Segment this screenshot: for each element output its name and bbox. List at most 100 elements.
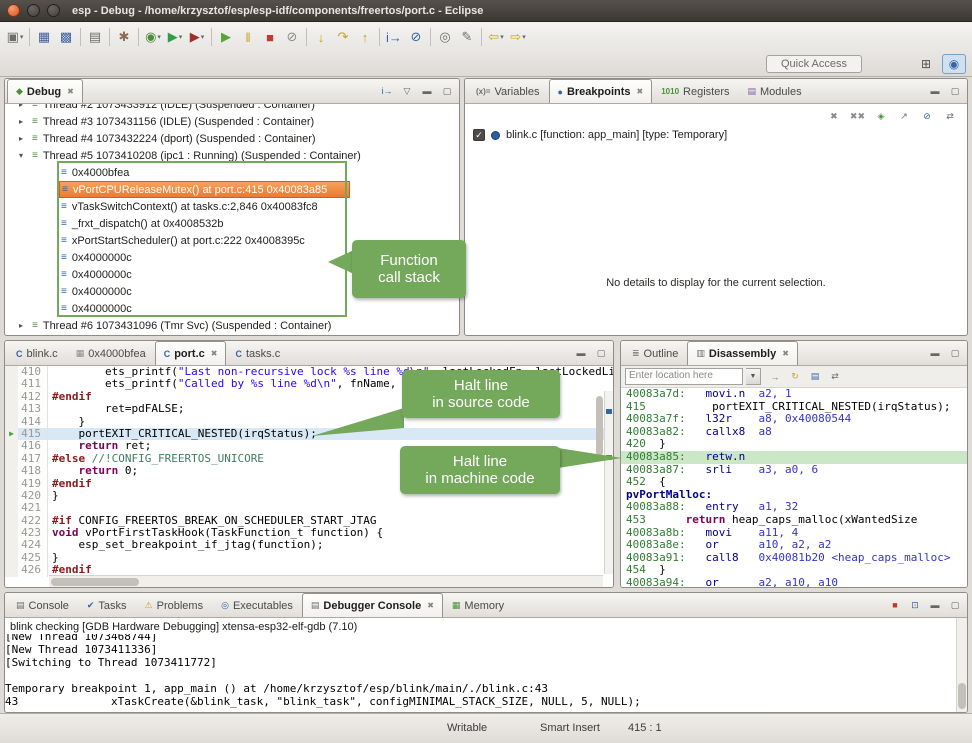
tab-port-c[interactable]: Cport.c✖	[155, 341, 227, 365]
build-icon[interactable]: ✱	[113, 26, 135, 48]
location-dropdown-icon[interactable]: ▼	[746, 368, 761, 385]
maximize-icon[interactable]: ▢	[440, 83, 454, 99]
window-minimize-button[interactable]	[27, 4, 40, 17]
maximize-icon[interactable]: ▢	[594, 345, 608, 361]
refresh-icon[interactable]: ↻	[788, 369, 802, 385]
debug-thread-row[interactable]: ▸≡Thread #2 1073433912 (IDLE) (Suspended…	[5, 104, 459, 113]
tree-twistie-icon[interactable]: ▸	[19, 321, 32, 330]
instruction-stepping-toggle-icon[interactable]: i→	[380, 83, 394, 99]
scrollbar-thumb[interactable]	[958, 683, 966, 709]
debug-thread-row[interactable]: ▸≡Thread #4 1073432224 (dport) (Suspende…	[5, 130, 459, 147]
minimize-icon[interactable]: ▬	[574, 345, 588, 361]
debug-perspective-icon[interactable]: ◉	[942, 54, 966, 74]
window-close-button[interactable]	[7, 4, 20, 17]
instruction-stepping-icon[interactable]: i→	[383, 26, 405, 48]
code-line[interactable]: 425}	[5, 552, 613, 564]
console-scrollbar[interactable]	[956, 618, 967, 712]
tab-console[interactable]: ▤Console	[7, 593, 78, 617]
overview-ruler[interactable]	[604, 391, 613, 574]
dropdown-caret-icon[interactable]: ▾	[20, 33, 24, 41]
dropdown-caret-icon[interactable]: ▾	[500, 33, 504, 41]
disassembly-line[interactable]: pvPortMalloc:	[621, 489, 967, 502]
remove-all-breakpoints-icon[interactable]: ✖✖	[850, 108, 865, 124]
minimize-icon[interactable]: ▬	[420, 83, 434, 99]
disassembly-line[interactable]: 40083a87: srli a3, a0, 6	[621, 464, 967, 477]
disassembly-line[interactable]: 40083a85: retw.n	[621, 451, 967, 464]
tab-disassembly[interactable]: ▥Disassembly✖	[687, 341, 797, 365]
new-wizard-icon[interactable]: ▣▾	[4, 26, 26, 48]
tab-memory[interactable]: ▦Memory	[443, 593, 513, 617]
skip-breakpoints-icon[interactable]: ⊘	[405, 26, 427, 48]
code-line[interactable]: 421	[5, 502, 613, 514]
console-output[interactable]: [New Thread 1073468744][New Thread 10734…	[5, 634, 956, 712]
search-icon[interactable]: ◎	[434, 26, 456, 48]
breakpoint-row[interactable]: ✓ blink.c [function: app_main] [type: Te…	[465, 126, 967, 141]
dropdown-caret-icon[interactable]: ▾	[522, 33, 526, 41]
remove-breakpoint-icon[interactable]: ✖	[827, 108, 841, 124]
tab-close-icon[interactable]: ✖	[782, 349, 789, 358]
disassembly-line[interactable]: 452 {	[621, 476, 967, 489]
step-into-icon[interactable]: ↓	[310, 26, 332, 48]
tree-twistie-icon[interactable]: ▸	[19, 117, 32, 126]
disassembly-line[interactable]: 40083a8e: or a10, a2, a2	[621, 539, 967, 552]
back-icon[interactable]: ⇦▾	[485, 26, 507, 48]
debug-thread-row[interactable]: ▸≡Thread #3 1073431156 (IDLE) (Suspended…	[5, 113, 459, 130]
resume-icon[interactable]: ▶	[215, 26, 237, 48]
tab-outline[interactable]: ≣Outline	[623, 341, 687, 365]
suspend-icon[interactable]: ‖	[237, 26, 259, 48]
code-line[interactable]: 424 esp_set_breakpoint_if_jtag(function)…	[5, 539, 613, 551]
disassembly-line[interactable]: 40083a7f: l32r a8, 0x40080544	[621, 413, 967, 426]
disassembly-line[interactable]: 40083a8b: movi a11, 4	[621, 527, 967, 540]
quick-access-field[interactable]: Quick Access	[766, 55, 862, 73]
view-menu-icon[interactable]: ▽	[400, 83, 414, 99]
disassembly-line[interactable]: 40083a91: call8 0x40081b20 <heap_caps_ma…	[621, 552, 967, 565]
editor-vertical-scrollbar[interactable]	[596, 396, 603, 456]
tab-blink-c[interactable]: Cblink.c	[7, 341, 67, 365]
tab-executables[interactable]: ◎Executables	[212, 593, 302, 617]
disassembly-line[interactable]: 40083a7d: movi.n a2, 1	[621, 388, 967, 401]
tab-registers[interactable]: 1010Registers	[652, 79, 738, 103]
dropdown-caret-icon[interactable]: ▾	[157, 33, 161, 41]
debug-icon[interactable]: ◉▾	[142, 26, 164, 48]
sync-selection-icon[interactable]: ⇄	[828, 369, 842, 385]
tab-tasks-c[interactable]: Ctasks.c	[226, 341, 289, 365]
stack-frame-row[interactable]: ≡_frxt_dispatch() at 0x4008532b	[5, 215, 459, 232]
tab-problems[interactable]: ⚠Problems	[136, 593, 213, 617]
window-maximize-button[interactable]	[47, 4, 60, 17]
disassembly-listing[interactable]: 40083a7d: movi.n a2, 1415 portEXIT_CRITI…	[621, 388, 967, 587]
step-over-icon[interactable]: ↷	[332, 26, 354, 48]
run-icon[interactable]: ▶▾	[164, 26, 186, 48]
location-input[interactable]: Enter location here	[625, 368, 743, 385]
stack-frame-row[interactable]: ≡0x4000000c	[5, 300, 459, 317]
editor-horizontal-scrollbar[interactable]	[49, 575, 603, 587]
tree-twistie-icon[interactable]: ▸	[19, 134, 32, 143]
maximize-icon[interactable]: ▢	[948, 597, 962, 613]
tab-close-icon[interactable]: ✖	[67, 87, 74, 96]
disassembly-line[interactable]: 420 }	[621, 438, 967, 451]
tab-tasks[interactable]: ✔Tasks	[78, 593, 136, 617]
goto-file-icon[interactable]: ↗	[897, 108, 911, 124]
disconnect-icon[interactable]: ⊘	[281, 26, 303, 48]
print-icon[interactable]: ▤	[84, 26, 106, 48]
disassembly-line[interactable]: 453 return heap_caps_malloc(xWantedSize	[621, 514, 967, 527]
maximize-icon[interactable]: ▢	[948, 345, 962, 361]
disassembly-line[interactable]: 40083a94: or a2, a10, a10	[621, 577, 967, 587]
debug-thread-row[interactable]: ▾≡Thread #5 1073410208 (ipc1 : Running) …	[5, 147, 459, 164]
save-all-icon[interactable]: ▩	[55, 26, 77, 48]
tab-breakpoints[interactable]: ●Breakpoints✖	[549, 79, 653, 103]
tab-debugger-console[interactable]: ▤Debugger Console✖	[302, 593, 443, 617]
tab-close-icon[interactable]: ✖	[211, 349, 218, 358]
maximize-icon[interactable]: ▢	[948, 83, 962, 99]
stack-frame-row[interactable]: ≡vPortCPUReleaseMutex() at port.c:415 0x…	[59, 181, 350, 198]
minimize-icon[interactable]: ▬	[928, 83, 942, 99]
code-line[interactable]: 423void vPortFirstTaskHook(TaskFunction_…	[5, 527, 613, 539]
external-tools-icon[interactable]: ▶▾	[186, 26, 208, 48]
disassembly-line[interactable]: 40083a88: entry a1, 32	[621, 501, 967, 514]
display-console-icon[interactable]: ⊡	[908, 597, 922, 613]
stack-frame-row[interactable]: ≡0x4000bfea	[5, 164, 459, 181]
skip-all-breakpoints-icon[interactable]: ⊘	[920, 108, 934, 124]
link-with-debug-icon[interactable]: ⇄	[943, 108, 957, 124]
tab-close-icon[interactable]: ✖	[637, 87, 644, 96]
code-line[interactable]: ▶415 portEXIT_CRITICAL_NESTED(irqStatus)…	[5, 428, 613, 440]
open-perspective-icon[interactable]: ⊞	[914, 54, 938, 74]
